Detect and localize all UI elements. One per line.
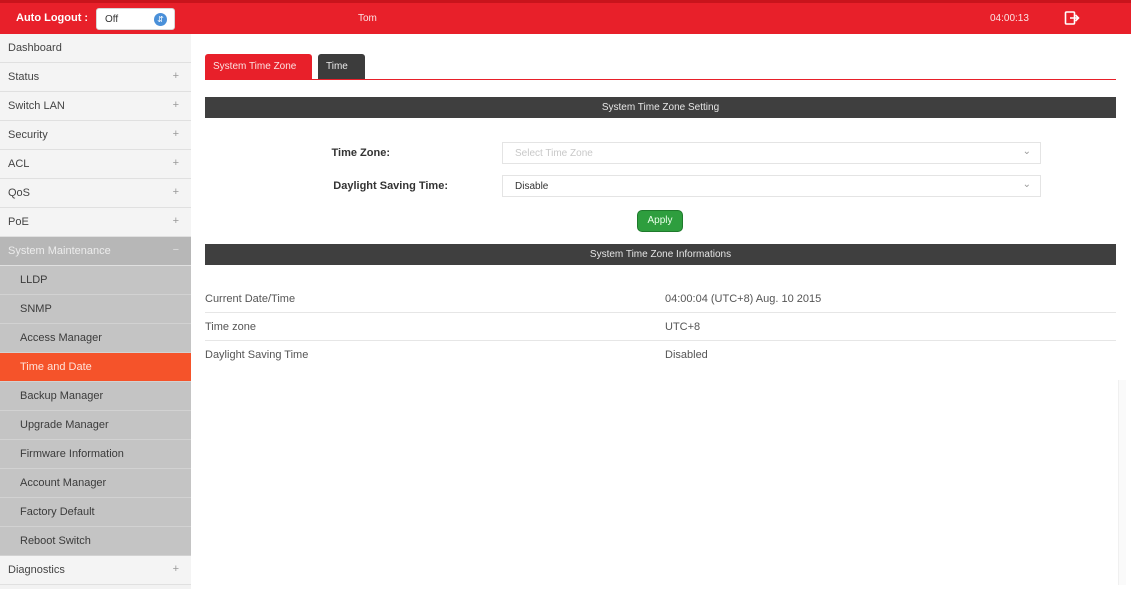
- sidebar-item-lldp[interactable]: LLDP: [0, 266, 191, 295]
- expand-icon: +: [172, 563, 179, 575]
- sidebar-item-switch-lan[interactable]: Switch LAN +: [0, 92, 191, 121]
- expand-icon: +: [172, 215, 179, 227]
- tab-time[interactable]: Time: [318, 54, 365, 79]
- sidebar-item-label: Security: [8, 129, 48, 141]
- current-user: Tom: [358, 13, 377, 24]
- row-value: Disabled: [665, 349, 708, 361]
- row-value: 04:00:04 (UTC+8) Aug. 10 2015: [665, 293, 822, 305]
- chevron-down-icon: ⌄: [1022, 179, 1031, 190]
- sidebar-item-diagnostics[interactable]: Diagnostics +: [0, 556, 191, 585]
- top-bar: Auto Logout : Off ⇵ Tom 04:00:13: [0, 0, 1131, 34]
- sidebar-item-backup-manager[interactable]: Backup Manager: [0, 382, 191, 411]
- info-section-header: System Time Zone Informations: [205, 244, 1116, 265]
- sidebar-item-firmware-information[interactable]: Firmware Information: [0, 440, 191, 469]
- dst-value: Disable: [515, 181, 549, 192]
- sidebar-item-qos[interactable]: QoS +: [0, 179, 191, 208]
- sidebar-item-label: Time and Date: [20, 361, 92, 373]
- scrollbar[interactable]: [1118, 380, 1126, 585]
- sidebar-item-label: Backup Manager: [20, 390, 104, 402]
- expand-icon: +: [172, 186, 179, 198]
- row-key: Daylight Saving Time: [205, 349, 309, 361]
- collapse-icon: −: [172, 244, 179, 256]
- sidebar-item-label: ACL: [8, 158, 30, 170]
- auto-logout-label: Auto Logout :: [16, 12, 89, 24]
- sidebar-item-label: LLDP: [20, 274, 48, 286]
- sidebar-item-label: SNMP: [20, 303, 52, 315]
- time-zone-label: Time Zone:: [331, 147, 390, 159]
- dst-select[interactable]: Disable ⌄: [502, 175, 1041, 197]
- sidebar-item-label: Dashboard: [8, 42, 62, 54]
- table-row: Daylight Saving Time Disabled: [205, 341, 1116, 369]
- time-zone-select[interactable]: Select Time Zone ⌄: [502, 142, 1041, 164]
- sidebar-item-account-manager[interactable]: Account Manager: [0, 469, 191, 498]
- sidebar-item-label: Factory Default: [20, 506, 95, 518]
- spinner-icon: ⇵: [154, 13, 167, 26]
- logout-icon[interactable]: [1064, 10, 1080, 26]
- expand-icon: +: [172, 70, 179, 82]
- tab-system-time-zone[interactable]: System Time Zone: [205, 54, 312, 79]
- sidebar-item-upgrade-manager[interactable]: Upgrade Manager: [0, 411, 191, 440]
- sidebar-item-label: Switch LAN: [8, 100, 65, 112]
- sidebar-item-status[interactable]: Status +: [0, 63, 191, 92]
- clock: 04:00:13: [990, 13, 1029, 24]
- sidebar-item-access-manager[interactable]: Access Manager: [0, 324, 191, 353]
- sidebar-item-label: Diagnostics: [8, 564, 65, 576]
- tab-bar: System Time Zone Time: [205, 54, 1116, 80]
- sidebar-item-time-and-date[interactable]: Time and Date: [0, 353, 191, 382]
- sidebar-item-system-maintenance[interactable]: System Maintenance −: [0, 237, 191, 266]
- expand-icon: +: [172, 99, 179, 111]
- sidebar-item-label: Account Manager: [20, 477, 107, 489]
- chevron-down-icon: ⌄: [1022, 146, 1031, 157]
- time-zone-placeholder: Select Time Zone: [515, 148, 593, 159]
- sidebar-item-label: Reboot Switch: [20, 535, 91, 547]
- sidebar: Dashboard Status + Switch LAN + Security…: [0, 34, 191, 589]
- sidebar-item-security[interactable]: Security +: [0, 121, 191, 150]
- sidebar-item-poe[interactable]: PoE +: [0, 208, 191, 237]
- sidebar-item-factory-default[interactable]: Factory Default: [0, 498, 191, 527]
- sidebar-item-snmp[interactable]: SNMP: [0, 295, 191, 324]
- sidebar-item-label: Status: [8, 71, 40, 83]
- auto-logout-select[interactable]: Off ⇵: [96, 8, 175, 30]
- sidebar-item-label: PoE: [8, 216, 29, 228]
- sidebar-item-label: Access Manager: [20, 332, 102, 344]
- auto-logout-value: Off: [105, 14, 119, 25]
- apply-button[interactable]: Apply: [637, 210, 683, 232]
- row-key: Time zone: [205, 321, 256, 333]
- row-value: UTC+8: [665, 321, 701, 333]
- sidebar-item-reboot-switch[interactable]: Reboot Switch: [0, 527, 191, 556]
- dst-label: Daylight Saving Time:: [333, 180, 448, 192]
- sidebar-item-label: Upgrade Manager: [20, 419, 109, 431]
- sidebar-item-label: QoS: [8, 187, 31, 199]
- sidebar-item-label: Firmware Information: [20, 448, 124, 460]
- setting-section-header: System Time Zone Setting: [205, 97, 1116, 118]
- table-row: Time zone UTC+8: [205, 313, 1116, 341]
- sidebar-item-acl[interactable]: ACL +: [0, 150, 191, 179]
- sidebar-item-label: System Maintenance: [8, 245, 111, 257]
- expand-icon: +: [172, 128, 179, 140]
- row-key: Current Date/Time: [205, 293, 296, 305]
- table-row: Current Date/Time 04:00:04 (UTC+8) Aug. …: [205, 285, 1116, 313]
- sidebar-item-dashboard[interactable]: Dashboard: [0, 34, 191, 63]
- expand-icon: +: [172, 157, 179, 169]
